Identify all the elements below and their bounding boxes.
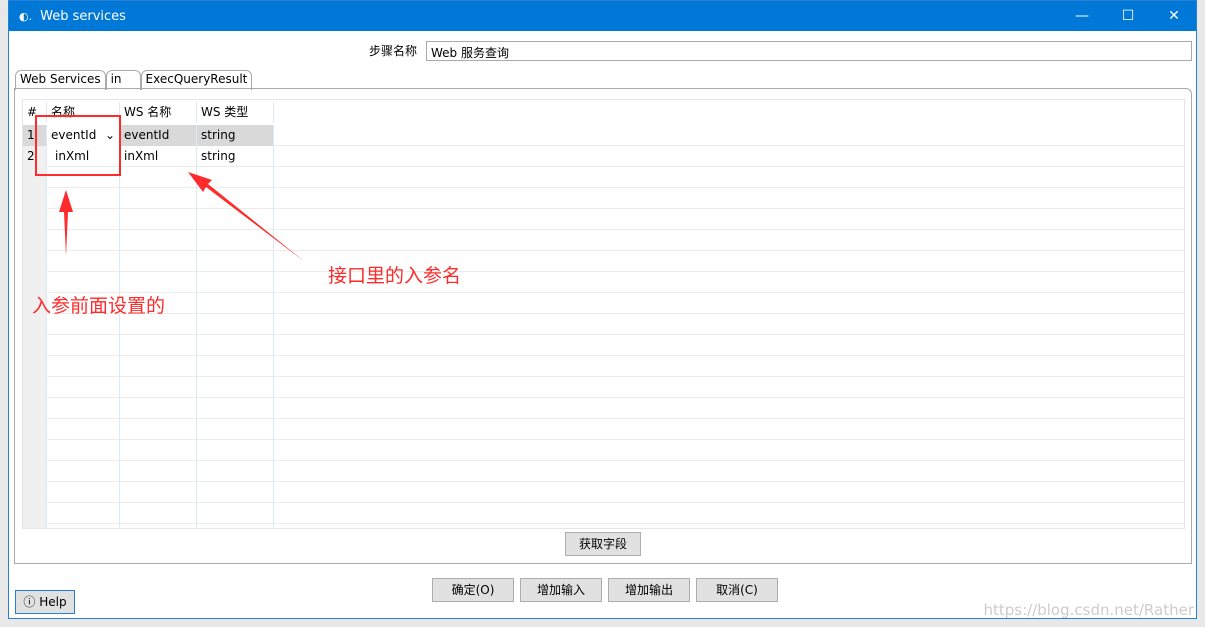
arrow-left bbox=[188, 172, 305, 262]
highlight-box bbox=[35, 115, 121, 176]
annotation-right: 接口里的入参名 bbox=[328, 265, 462, 287]
arrow-up bbox=[59, 190, 73, 256]
annotation-left: 入参前面设置的 bbox=[32, 295, 166, 317]
annotation-layer bbox=[35, 115, 305, 262]
